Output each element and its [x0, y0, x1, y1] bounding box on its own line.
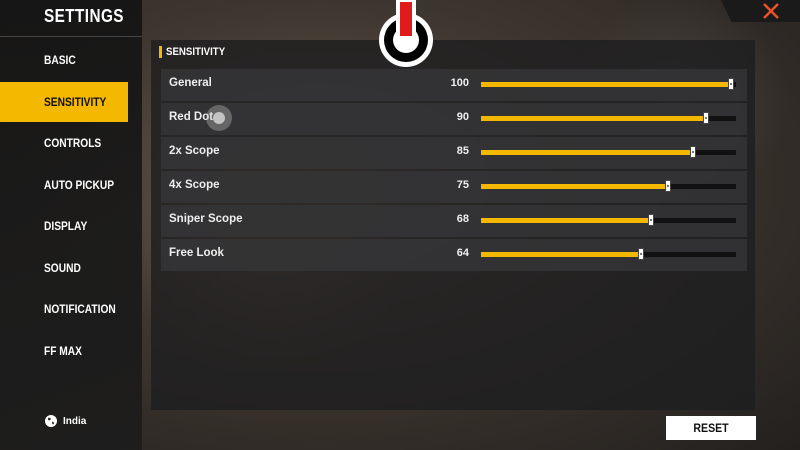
sidebar-item-label: CONTROLS — [44, 136, 102, 150]
slider-row-free-look: Free Look 64 — [161, 239, 747, 271]
slider-row-2x-scope: 2x Scope 85 — [161, 137, 747, 169]
slider-label: General — [169, 77, 212, 89]
sidebar-item-basic[interactable]: BASIC — [0, 40, 130, 80]
sidebar-item-auto-pickup[interactable]: AUTO PICKUP — [0, 165, 130, 205]
slider-thumb[interactable] — [690, 146, 697, 158]
slider-row-sniper-scope: Sniper Scope 68 — [161, 205, 747, 237]
slider-thumb[interactable] — [665, 180, 672, 192]
slider-label: Sniper Scope — [169, 213, 243, 225]
slider-label: 4x Scope — [169, 179, 220, 191]
page-title: SETTINGS — [44, 6, 124, 26]
slider-row-red-dot: Red Dot 90 — [161, 103, 747, 135]
slider-value: 100 — [450, 77, 469, 89]
slider-list: General 100 Red Dot 90 2x Scope 85 4x Scope 75 S… — [161, 69, 747, 273]
slider-track[interactable] — [481, 146, 736, 158]
sidebar-item-notification[interactable]: NOTIFICATION — [0, 289, 130, 329]
slider-fill — [481, 218, 651, 223]
slider-row-4x-scope: 4x Scope 75 — [161, 171, 747, 203]
slider-value: 90 — [456, 111, 469, 123]
slider-row-general: General 100 — [161, 69, 747, 101]
slider-thumb[interactable] — [647, 214, 654, 226]
sidebar: SETTINGS BASIC SENSITIVITY CONTROLS AUTO PI… — [0, 0, 142, 450]
sidebar-item-sound[interactable]: SOUND — [0, 248, 130, 288]
slider-track[interactable] — [481, 214, 736, 226]
slider-fill — [481, 252, 641, 257]
sidebar-item-ff-max[interactable]: FF MAX — [0, 331, 130, 371]
slider-label: 2x Scope — [169, 145, 220, 157]
region-label: India — [63, 415, 87, 427]
slider-track[interactable] — [481, 112, 736, 124]
sidebar-item-label: FF MAX — [44, 343, 82, 358]
sidebar-item-label: DISPLAY — [44, 219, 88, 233]
sidebar-item-controls[interactable]: CONTROLS — [0, 123, 130, 163]
slider-value: 68 — [456, 213, 469, 225]
sidebar-nav: BASIC SENSITIVITY CONTROLS AUTO PICKUP DISPL… — [0, 40, 130, 372]
sensitivity-panel: SENSITIVITY General 100 Red Dot 90 2x Scope 8… — [151, 40, 755, 410]
slider-value: 75 — [456, 179, 469, 191]
sidebar-item-label: SOUND — [44, 260, 81, 275]
globe-icon — [45, 415, 57, 427]
divider — [0, 36, 142, 37]
slider-thumb[interactable] — [637, 248, 644, 260]
sidebar-item-display[interactable]: DISPLAY — [0, 206, 130, 246]
slider-track[interactable] — [481, 78, 736, 90]
sidebar-item-label: BASIC — [44, 53, 76, 67]
reset-label: RESET — [693, 421, 729, 435]
sidebar-item-label: SENSITIVITY — [44, 94, 107, 109]
sidebar-item-label: AUTO PICKUP — [44, 177, 115, 192]
slider-track[interactable] — [481, 180, 736, 192]
section-header: SENSITIVITY — [159, 46, 233, 58]
region-selector[interactable]: India — [44, 414, 86, 428]
slider-track[interactable] — [481, 248, 736, 260]
slider-value: 85 — [456, 145, 469, 157]
touch-indicator — [206, 105, 232, 131]
slider-fill — [481, 116, 706, 121]
slider-fill — [481, 150, 694, 155]
slider-value: 64 — [456, 247, 469, 259]
sidebar-item-sensitivity[interactable]: SENSITIVITY — [0, 81, 128, 122]
power-icon — [379, 0, 433, 67]
sidebar-item-label: NOTIFICATION — [44, 302, 116, 316]
section-accent-bar — [159, 46, 162, 58]
reset-button[interactable]: RESET — [666, 416, 756, 440]
close-icon — [763, 3, 779, 19]
section-title: SENSITIVITY — [166, 46, 226, 58]
slider-fill — [481, 82, 731, 87]
slider-thumb[interactable] — [702, 112, 709, 124]
slider-label: Free Look — [169, 247, 224, 259]
slider-fill — [481, 184, 669, 189]
slider-thumb[interactable] — [727, 78, 734, 90]
